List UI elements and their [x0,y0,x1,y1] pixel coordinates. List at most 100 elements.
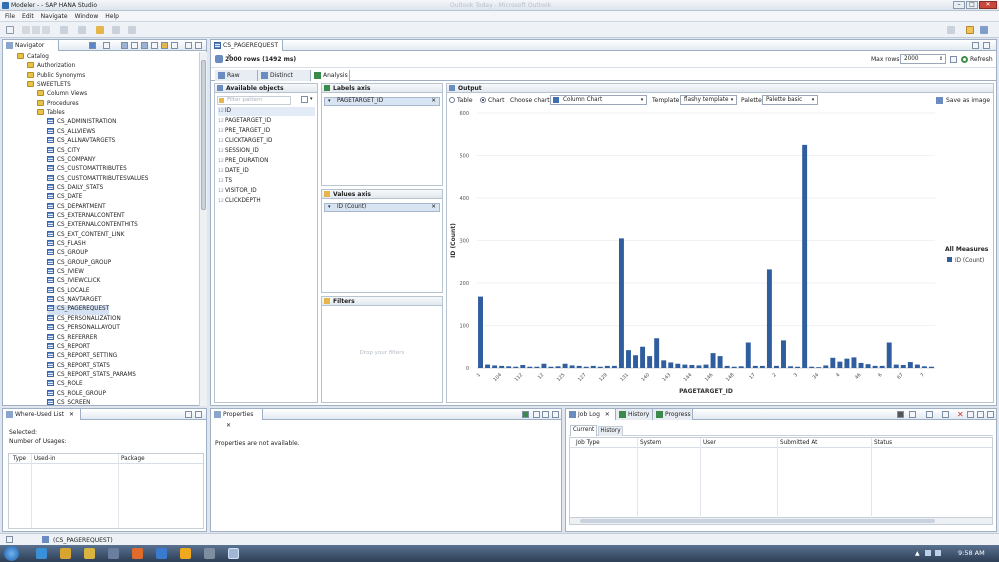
maximize-editor-icon[interactable] [983,42,990,49]
tree-item-table[interactable]: CS_CITY [47,146,80,156]
maximize-view-icon[interactable] [195,411,202,418]
field-item[interactable]: 12VISITOR_ID [218,187,257,196]
field-item[interactable]: 12SESSION_ID [218,147,259,156]
remove-label-icon[interactable]: ✕ [431,98,436,105]
tray-arrow-icon[interactable]: ▲ [915,550,920,557]
save-icon[interactable] [22,26,30,34]
tree-item-table[interactable]: CS_GROUP_GROUP [47,258,111,268]
close-tab-icon[interactable]: ✕ [69,411,74,418]
tree-item-table[interactable]: CS_IVIEWCLICK [47,277,100,286]
field-item[interactable]: 12PAGETARGET_ID [218,117,271,126]
bar[interactable] [710,353,716,369]
bar[interactable] [562,363,568,368]
menu-edit[interactable]: Edit [22,13,34,20]
bar[interactable] [788,366,794,368]
cancel-job-icon[interactable]: ✕ [957,410,964,419]
tree-item-table[interactable]: CS_REPORT_SETTING [47,352,117,361]
tab-progress[interactable]: Progress [653,409,693,420]
tab-navigator[interactable]: Navigator [3,40,59,51]
field-item[interactable]: 12PRE_DURATION [218,157,268,166]
menu-window[interactable]: Window [75,13,99,20]
bar[interactable] [478,296,483,368]
job-log-scroll-thumb[interactable] [580,519,935,523]
spinner-icon[interactable]: ⇕ [938,56,944,62]
outlook-icon[interactable] [156,548,167,559]
tree-item[interactable]: Authorization [27,62,75,71]
minimize-view-icon[interactable] [542,411,549,418]
bar[interactable] [527,366,533,368]
menu-help[interactable]: Help [105,13,119,20]
refresh-tree-icon[interactable] [131,42,138,49]
bar[interactable] [492,365,498,368]
bar[interactable] [520,365,526,368]
filter-rows-icon[interactable] [950,56,957,63]
maximize-button[interactable]: □ [966,1,978,9]
bar[interactable] [689,365,695,368]
tree-item-table[interactable]: CS_ROLE_GROUP [47,389,106,399]
bar[interactable] [893,364,899,368]
values-axis-item[interactable]: ▾ ID (Count) ✕ [324,203,440,212]
tree-item-table[interactable]: CS_PAGEREQUEST [47,305,110,315]
minimize-view-icon[interactable] [185,411,192,418]
refresh-icon[interactable] [961,56,968,63]
bar[interactable] [668,362,674,368]
back-arrow-icon[interactable] [112,26,120,34]
table-radio[interactable]: Table [449,97,473,104]
link-editor-icon[interactable] [103,42,110,49]
tab-raw-data[interactable]: Raw Data [215,70,258,90]
tree-item-table[interactable]: CS_SCREEN [47,398,90,405]
close-window-button[interactable]: ✕ [979,1,997,9]
chart-type-dropdown[interactable]: Column Chart ▾ [550,95,647,105]
bar[interactable] [647,356,653,368]
save-as-image-button[interactable]: Save as image [946,97,990,104]
item-dropdown-icon[interactable]: ▾ [328,98,331,105]
pin-icon[interactable] [522,411,529,418]
bar[interactable] [534,366,540,368]
tree-item-table[interactable]: CS_FLASH [47,240,86,249]
chrome-icon[interactable] [60,548,71,559]
job-log-hscrollbar[interactable] [570,517,992,524]
tab-analysis[interactable]: Analysis [311,70,350,81]
tree-item-table[interactable]: CS_IVIEW [47,268,84,277]
bar[interactable] [738,366,744,368]
tree-item-table[interactable]: CS_PERSONALIZATION [47,314,121,324]
tree-item-table[interactable]: CS_EXTERNALCONTENT [47,211,125,221]
tree-item-table[interactable]: CS_GROUP [47,249,88,258]
bar[interactable] [795,366,801,368]
tree-item-table[interactable]: CS_ROLE [47,380,83,389]
bar[interactable] [837,361,843,369]
maximize-view-icon[interactable] [987,411,994,418]
bar[interactable] [661,360,667,368]
filter-icon[interactable] [121,42,128,49]
bar[interactable] [703,364,709,368]
tree-item-table[interactable]: CS_ADMINISTRATION [47,118,116,127]
bar[interactable] [626,350,631,368]
tree-item-table[interactable]: CS_ALLNAVTARGETS [47,137,115,146]
bar[interactable] [597,366,603,368]
chart-radio[interactable]: Chart [480,97,505,104]
field-item[interactable]: 12DATE_ID [218,167,249,176]
bar[interactable] [569,365,575,368]
tools-icon[interactable] [78,26,86,34]
tree-item[interactable]: Column Views [37,90,87,99]
remove-value-icon[interactable]: ✕ [431,204,436,211]
maximize-view-icon[interactable] [195,42,202,49]
labels-axis-item[interactable]: ▾ PAGETARGET_ID ✕ [324,97,440,106]
tab-properties[interactable]: Properties ✕ [211,409,263,429]
sql-console-icon[interactable] [151,42,158,49]
tree-item-table[interactable]: CS_EXTERNALCONTENTHITS [47,221,138,230]
minimize-button[interactable]: – [953,1,965,9]
tree-item-table[interactable]: CS_REPORT [47,342,90,352]
tree-item-table[interactable]: CS_REPORT_STATS [47,361,110,371]
save-all-icon[interactable] [32,26,40,34]
bar[interactable] [914,364,920,368]
fast-view-icon[interactable] [6,536,13,543]
menu-navigate[interactable]: Navigate [41,13,68,20]
tree-item[interactable]: SWEETLETS [27,81,71,90]
bar[interactable] [752,365,758,369]
field-item[interactable]: 12ID [218,107,315,116]
bar[interactable] [886,342,892,369]
start-button[interactable] [4,546,19,561]
app-icon[interactable] [108,548,119,559]
tree-item-table[interactable]: CS_NAVTARGET [47,296,101,305]
